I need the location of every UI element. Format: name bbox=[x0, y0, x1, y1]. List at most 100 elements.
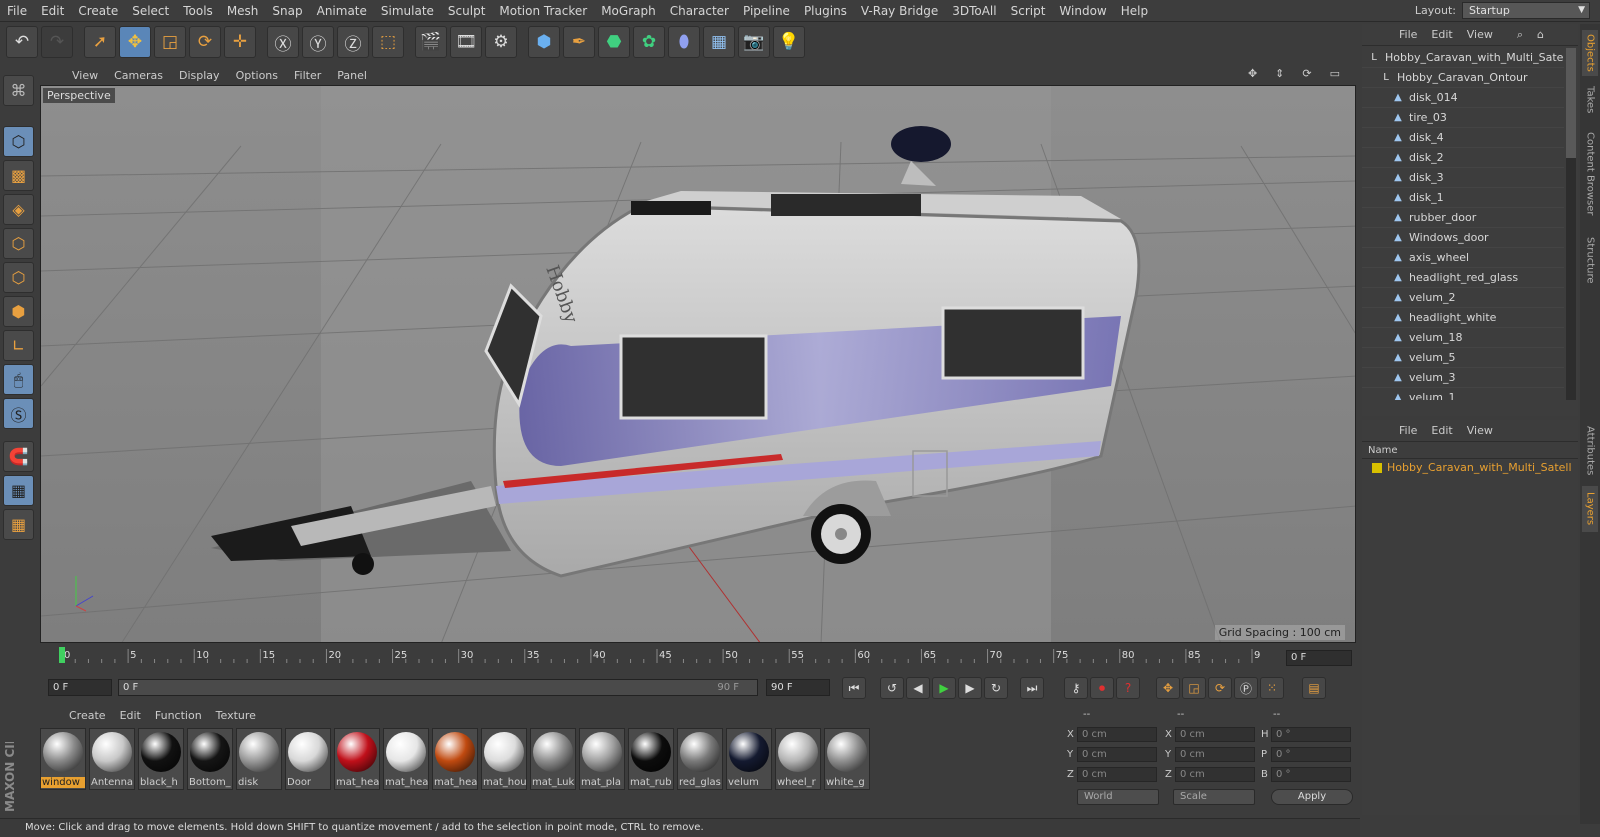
layer-menu-view[interactable]: View bbox=[1460, 424, 1500, 437]
render-picture-viewer-button[interactable]: 🎞 bbox=[450, 26, 482, 58]
layout-select[interactable]: Startup ▼ bbox=[1462, 2, 1590, 19]
coordinate-space-select[interactable]: World bbox=[1077, 789, 1159, 805]
render-view-button[interactable]: 🎬 bbox=[415, 26, 447, 58]
object-row[interactable]: ▲ velum_5 bbox=[1362, 348, 1564, 368]
material-swatch[interactable]: mat_hea bbox=[432, 728, 478, 790]
material-swatch[interactable]: Bottom_ bbox=[187, 728, 233, 790]
object-row[interactable]: ▲ axis_wheel bbox=[1362, 248, 1564, 268]
material-swatch[interactable]: window bbox=[40, 728, 86, 790]
object-row[interactable]: ▲ disk_1 bbox=[1362, 188, 1564, 208]
tweak-mode-button[interactable]: 🖱 bbox=[3, 364, 34, 395]
autokey-button[interactable]: ? bbox=[1116, 677, 1140, 699]
next-key-button[interactable]: ↻ bbox=[984, 677, 1008, 699]
cloner-button[interactable]: ✿ bbox=[633, 26, 665, 58]
object-row[interactable]: ▲ disk_2 bbox=[1362, 148, 1564, 168]
material-swatch[interactable]: red_glas bbox=[677, 728, 723, 790]
material-swatch[interactable]: white_g bbox=[824, 728, 870, 790]
menu-help[interactable]: Help bbox=[1114, 4, 1155, 18]
search-icon[interactable]: ⌕ bbox=[1510, 28, 1530, 42]
viewport-nav-icons[interactable]: ✥ ⇕ ⟳ ▭ bbox=[1240, 67, 1350, 80]
menu-tools[interactable]: Tools bbox=[176, 4, 220, 18]
size-z-field[interactable]: 0 cm bbox=[1175, 767, 1255, 782]
object-row[interactable]: ▲ disk_4 bbox=[1362, 128, 1564, 148]
point-mode-button[interactable]: ⬡ bbox=[3, 228, 34, 259]
object-scrollbar[interactable] bbox=[1566, 48, 1576, 400]
material-swatch[interactable]: mat_hou bbox=[481, 728, 527, 790]
coordinate-system-button[interactable]: ⬚ bbox=[372, 26, 404, 58]
key-position-button[interactable]: ✥ bbox=[1156, 677, 1180, 699]
floor-button[interactable]: ▦ bbox=[703, 26, 735, 58]
previous-key-button[interactable]: ↺ bbox=[880, 677, 904, 699]
material-swatch[interactable]: velum bbox=[726, 728, 772, 790]
menu-motion-tracker[interactable]: Motion Tracker bbox=[492, 4, 594, 18]
menu-window[interactable]: Window bbox=[1052, 4, 1113, 18]
object-row[interactable]: ▲ disk_014 bbox=[1362, 88, 1564, 108]
object-menu-edit[interactable]: Edit bbox=[1424, 28, 1459, 41]
object-scrollbar-thumb[interactable] bbox=[1566, 48, 1576, 158]
move-tool-button[interactable]: ✥ bbox=[119, 26, 151, 58]
go-to-start-button[interactable]: ⏮ bbox=[842, 677, 866, 699]
go-to-end-button[interactable]: ⏭ bbox=[1020, 677, 1044, 699]
material-swatch[interactable]: mat_Luk bbox=[530, 728, 576, 790]
menu-select[interactable]: Select bbox=[125, 4, 176, 18]
play-button[interactable]: ▶ bbox=[932, 677, 956, 699]
key-scale-button[interactable]: ◲ bbox=[1182, 677, 1206, 699]
apply-button[interactable]: Apply bbox=[1271, 789, 1353, 805]
menu-plugins[interactable]: Plugins bbox=[797, 4, 854, 18]
object-row[interactable]: ▲ velum_2 bbox=[1362, 288, 1564, 308]
home-icon[interactable]: ⌂ bbox=[1530, 28, 1551, 41]
record-keys-button[interactable]: ⚷ bbox=[1064, 677, 1088, 699]
model-mode-button[interactable]: ⬡ bbox=[3, 126, 34, 157]
viewport-menu-cameras[interactable]: Cameras bbox=[106, 69, 171, 82]
menu-script[interactable]: Script bbox=[1004, 4, 1053, 18]
object-row[interactable]: ▲ velum_3 bbox=[1362, 368, 1564, 388]
deformer-button[interactable]: ⬮ bbox=[668, 26, 700, 58]
y-axis-button[interactable]: Ⓨ bbox=[302, 26, 334, 58]
key-parameter-button[interactable]: Ⓟ bbox=[1234, 677, 1258, 699]
menu-pipeline[interactable]: Pipeline bbox=[736, 4, 797, 18]
material-swatch[interactable]: black_h bbox=[138, 728, 184, 790]
object-root-row[interactable]: L Hobby_Caravan_with_Multi_Sate bbox=[1362, 48, 1564, 68]
viewport-menu-options[interactable]: Options bbox=[228, 69, 286, 82]
workplane-mode-button[interactable]: ◈ bbox=[3, 194, 34, 225]
record-active-button[interactable]: ⏺ bbox=[1090, 677, 1114, 699]
object-row[interactable]: ▲ tire_03 bbox=[1362, 108, 1564, 128]
viewport-menu-display[interactable]: Display bbox=[171, 69, 228, 82]
make-editable-button[interactable]: ⌘ bbox=[3, 75, 34, 106]
position-x-field[interactable]: 0 cm bbox=[1077, 727, 1157, 742]
object-row[interactable]: ▲ rubber_door bbox=[1362, 208, 1564, 228]
menu-file[interactable]: File bbox=[0, 4, 34, 18]
material-swatch[interactable]: mat_rub bbox=[628, 728, 674, 790]
live-selection-button[interactable]: ➚ bbox=[84, 26, 116, 58]
snap-button[interactable]: 🧲 bbox=[3, 441, 34, 472]
timeline-current-frame-field[interactable]: 0 F bbox=[1286, 650, 1352, 666]
render-settings-button[interactable]: ⚙ bbox=[485, 26, 517, 58]
position-z-field[interactable]: 0 cm bbox=[1077, 767, 1157, 782]
scale-tool-button[interactable]: ◲ bbox=[154, 26, 186, 58]
rotate-view-icon[interactable]: ⟳ bbox=[1294, 67, 1321, 80]
menu-snap[interactable]: Snap bbox=[265, 4, 309, 18]
material-swatch[interactable]: Antenna bbox=[89, 728, 135, 790]
position-y-field[interactable]: 0 cm bbox=[1077, 747, 1157, 762]
timeline-window-button[interactable]: ▤ bbox=[1302, 677, 1326, 699]
material-swatch[interactable]: mat_hea bbox=[383, 728, 429, 790]
menu-character[interactable]: Character bbox=[663, 4, 736, 18]
cube-button[interactable]: ⬢ bbox=[528, 26, 560, 58]
start-frame-field[interactable]: 0 F bbox=[48, 679, 112, 696]
x-axis-button[interactable]: Ⓧ bbox=[267, 26, 299, 58]
menu-3dtoall[interactable]: 3DToAll bbox=[945, 4, 1003, 18]
material-swatch[interactable]: mat_hea bbox=[334, 728, 380, 790]
tab-structure[interactable]: Structure bbox=[1582, 230, 1598, 290]
object-menu-file[interactable]: File bbox=[1392, 28, 1424, 41]
layer-menu-edit[interactable]: Edit bbox=[1424, 424, 1459, 437]
planar-workplane-button[interactable]: ▦ bbox=[3, 509, 34, 540]
previous-frame-button[interactable]: ◀ bbox=[906, 677, 930, 699]
object-child-row[interactable]: L Hobby_Caravan_Ontour bbox=[1362, 68, 1564, 88]
playhead[interactable] bbox=[59, 647, 65, 663]
polygon-mode-button[interactable]: ⬢ bbox=[3, 296, 34, 327]
material-menu-edit[interactable]: Edit bbox=[113, 709, 148, 722]
object-row[interactable]: ▲ disk_3 bbox=[1362, 168, 1564, 188]
tab-takes[interactable]: Takes bbox=[1582, 80, 1598, 120]
move-view-icon[interactable]: ✥ bbox=[1240, 67, 1267, 80]
next-frame-button[interactable]: ▶ bbox=[958, 677, 982, 699]
